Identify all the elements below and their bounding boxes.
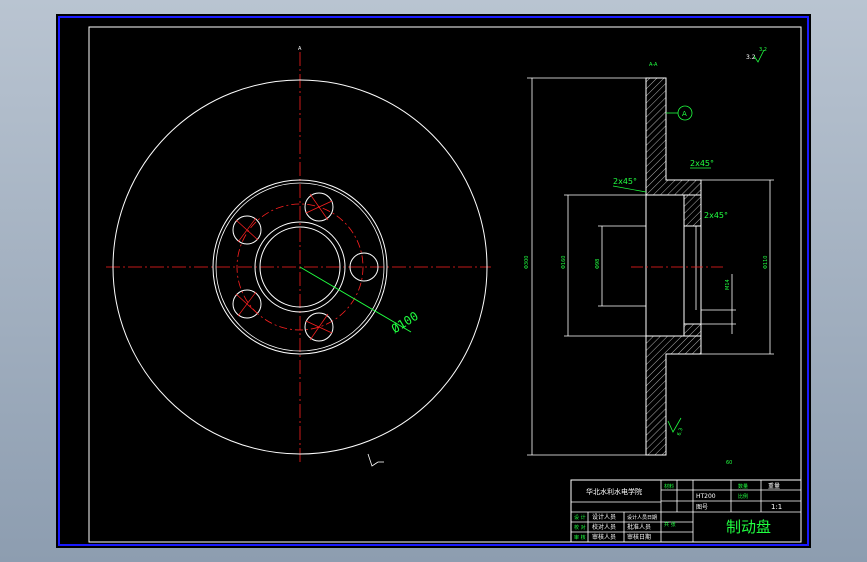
weight-header: 重量 — [768, 482, 780, 490]
dim-hole: M14 — [725, 279, 731, 290]
scale-value: 1:1 — [771, 503, 782, 511]
front-view: Ø100 A — [106, 46, 491, 467]
roughness-symbol — [367, 453, 379, 467]
checker-date: 审核日期 — [627, 533, 651, 541]
drawing-no-header: 图号 — [696, 504, 708, 511]
dim-outer-diameter: Φ300 — [524, 256, 530, 269]
drawing-sheet: Ø100 A Φ300 Φ160 Φ98 Φ110 M14 60 2x45° 2… — [56, 14, 811, 548]
school-name: 华北水利水电学院 — [586, 487, 642, 496]
dim-bore: Φ98 — [595, 259, 601, 269]
view-mark-top: A — [298, 46, 302, 52]
drafter-label: 校对人员 — [592, 523, 616, 531]
section-hatch-upper — [645, 77, 702, 227]
row-label: 校 对 — [574, 524, 586, 531]
row-label: 设 计 — [574, 514, 586, 521]
part-name: 制动盘 — [726, 518, 771, 536]
sheet-header: 共 张 — [664, 521, 676, 528]
cad-drawing: Ø100 A Φ300 Φ160 Φ98 Φ110 M14 60 2x45° 2… — [58, 16, 809, 546]
section-view: Φ300 Φ160 Φ98 Φ110 M14 60 2x45° 2x45° 2x… — [524, 47, 774, 466]
dim-hub-inner: Φ110 — [763, 256, 769, 269]
row-label: 审 核 — [574, 534, 586, 541]
roughness-general: 3.2 — [759, 47, 767, 53]
designer-label: 设计人员 — [592, 513, 616, 521]
dim-bolt-circle: Ø100 — [389, 309, 421, 336]
title-block: 华北水利水电学院 材料 数量 重量 HT200 比例 图号 1:1 设 计 校 … — [570, 479, 802, 543]
approver-label: 批准人员 — [627, 523, 651, 531]
section-hatch-lower — [645, 323, 702, 456]
checker-label: 审核人员 — [592, 533, 616, 541]
quantity-header: 数量 — [738, 483, 748, 490]
roughness-label: 6.3 — [676, 427, 684, 437]
datum-label: A — [682, 110, 687, 118]
material-header: 材料 — [664, 483, 674, 490]
chamfer-label: 2x45° — [613, 177, 637, 186]
inner-frame — [88, 26, 802, 543]
dim-base: 60 — [726, 460, 732, 466]
section-label: A-A — [649, 62, 658, 68]
roughness-general-prefix: 3.2 — [746, 54, 756, 61]
scale-header: 比例 — [738, 493, 748, 500]
material-value: HT200 — [696, 493, 716, 500]
chamfer-label: 2x45° — [704, 211, 728, 220]
chamfer-label: 2x45° — [690, 159, 714, 168]
designer-date: 设计人员日期 — [627, 514, 657, 521]
dim-hub-outer: Φ160 — [561, 256, 567, 269]
